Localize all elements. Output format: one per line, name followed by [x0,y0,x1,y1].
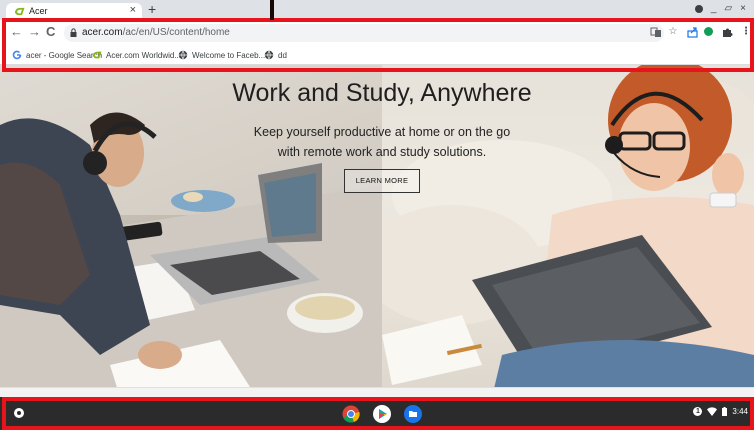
bookmark-label: Acer.com Worldwid... [106,50,181,60]
bookmark-facebook[interactable]: Welcome to Faceb... [178,48,265,62]
translate-icon[interactable] [650,26,662,38]
url-text: acer.com/ac/en/US/content/home [82,27,230,38]
url-host: acer.com [82,27,123,38]
bookmark-star-icon[interactable]: ☆ [667,26,679,38]
url-path: /ac/en/US/content/home [122,27,230,38]
launcher-button[interactable] [14,408,24,418]
student-illustration [0,65,382,397]
forward-button[interactable]: → [28,25,41,39]
hero-photo-student [0,65,382,397]
globe-icon [264,50,274,60]
bookmark-label: Welcome to Faceb... [192,50,266,60]
web-page: Work and Study, Anywhere Keep yourself p… [0,65,754,397]
bookmark-label: dd [278,50,287,60]
tab-acer[interactable]: Acer × [6,3,142,20]
globe-icon [178,50,188,60]
lock-icon [70,28,77,37]
play-store-icon[interactable] [373,405,391,423]
bookmark-label: acer - Google Search [26,50,103,60]
new-tab-button[interactable]: + [148,1,156,17]
files-icon[interactable] [404,405,422,423]
address-bar[interactable]: acer.com/ac/en/US/content/home [64,24,664,42]
extensions-puzzle-icon[interactable] [721,26,733,38]
tab-close-icon[interactable]: × [130,4,136,16]
acer-favicon-icon [14,7,25,16]
menu-kebab-icon[interactable]: ⋮ [740,26,752,38]
browser-toolbar: ← → C acer.com/ac/en/US/content/home ☆ ⋮ [0,20,754,46]
close-window-icon[interactable]: × [740,3,746,15]
window-controls: _ ▱ × [694,3,746,15]
hero-title: Work and Study, Anywhere [232,79,532,107]
acer-icon [92,51,102,59]
google-icon [12,50,22,60]
tab-title: Acer [29,6,48,16]
bookmark-dd[interactable]: dd [264,48,287,62]
back-button[interactable]: ← [10,25,23,39]
bookmark-acer-worldwide[interactable]: Acer.com Worldwid... [92,48,181,62]
tab-strip: Acer × + _ ▱ × [0,0,754,20]
minimize-icon[interactable]: _ [711,3,717,15]
woman-illustration [362,65,754,397]
os-shelf: 1 3:44 [0,397,754,430]
battery-icon [722,407,728,416]
status-tray[interactable]: 1 3:44 [693,407,748,416]
notification-badge: 1 [693,407,703,416]
wifi-icon [707,407,718,416]
bookmark-google-search[interactable]: acer - Google Search [12,48,102,62]
hero-photo-woman [362,65,754,397]
hero-subtitle-line1: Keep yourself productive at home or on t… [253,125,511,139]
hero-subtitle: Keep yourself productive at home or on t… [230,122,534,162]
clock: 3:44 [732,407,748,416]
bookmarks-bar: acer - Google Search Acer.com Worldwid..… [0,46,754,65]
annotation-pointer [270,0,274,20]
chrome-icon[interactable] [342,405,360,423]
restore-icon[interactable]: ▱ [724,3,732,15]
page-bottom-strip [0,387,754,397]
reload-button[interactable]: C [46,25,55,39]
profile-dot-icon[interactable] [694,5,703,13]
extension-green-icon[interactable] [704,27,713,36]
share-icon[interactable] [687,26,699,38]
hero-subtitle-line2: with remote work and study solutions. [277,145,487,159]
learn-more-button[interactable]: LEARN MORE [344,169,420,193]
